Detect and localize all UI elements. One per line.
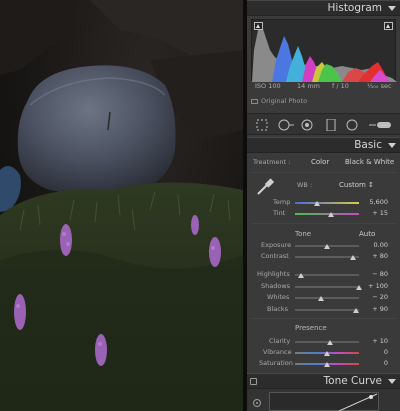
slider-thumb[interactable] (314, 201, 321, 206)
shadows-slider[interactable] (295, 285, 362, 290)
wb-label: WB : (297, 181, 313, 189)
treatment-label: Treatment : (253, 158, 291, 166)
saturation-label: Saturation (259, 359, 293, 367)
radial-filter-icon[interactable] (346, 119, 358, 131)
saturation-slider[interactable] (295, 362, 359, 367)
exposure-label: Exposure (261, 241, 292, 249)
red-eye-icon[interactable] (301, 119, 313, 131)
whites-value[interactable]: − 20 (372, 293, 388, 301)
contrast-slider[interactable] (295, 255, 359, 260)
white-balance-eyedropper-icon[interactable] (255, 177, 275, 197)
slider-thumb[interactable] (352, 308, 359, 313)
histogram-header[interactable]: Histogram (247, 0, 400, 16)
presence-section-label: Presence (295, 324, 327, 332)
target-adjustment-icon[interactable] (252, 398, 262, 408)
histogram-title: Histogram (327, 2, 382, 14)
divider (251, 318, 396, 319)
slider-thumb[interactable] (324, 351, 330, 356)
slider-thumb[interactable] (317, 296, 324, 301)
shadow-clipping-icon[interactable] (254, 22, 263, 30)
treatment-color-button[interactable]: Color (311, 158, 329, 166)
focal-length-value: 14 mm (297, 82, 321, 90)
tint-label: Tint (273, 209, 286, 217)
blacks-label: Blacks (267, 305, 288, 313)
clarity-label: Clarity (269, 337, 291, 345)
treatment-row: Treatment : Color Black & White (247, 156, 400, 168)
develop-right-panel: Histogram ISO 100 14 mm f / 10 ¹⁄₁₀₀ sec… (247, 0, 400, 411)
tone-curve-panel (247, 389, 400, 411)
exposure-slider[interactable] (295, 244, 359, 249)
blacks-value[interactable]: + 90 (372, 305, 388, 313)
vibrance-label: Vibrance (263, 348, 292, 356)
shutter-value: ¹⁄₁₀₀ sec (367, 82, 392, 90)
collapse-arrow-icon[interactable] (388, 6, 396, 11)
histogram[interactable] (251, 19, 397, 82)
tone-curve-header[interactable]: Tone Curve (247, 373, 400, 389)
whites-slider[interactable] (295, 296, 359, 301)
shadows-label: Shadows (261, 282, 291, 290)
iso-value: ISO 100 (255, 82, 281, 90)
wb-dropdown[interactable]: Custom ↕ (339, 181, 374, 189)
vibrance-slider[interactable] (295, 351, 359, 356)
temp-slider[interactable] (295, 201, 359, 206)
temp-value[interactable]: 5,600 (369, 198, 388, 206)
slider-thumb[interactable] (349, 255, 356, 260)
divider (251, 172, 396, 173)
divider (251, 223, 396, 224)
clarity-slider[interactable] (295, 340, 359, 345)
slider-thumb[interactable] (324, 244, 330, 249)
highlights-slider[interactable] (295, 273, 359, 278)
spot-removal-icon[interactable] (277, 119, 295, 131)
tone-section-label: Tone (295, 230, 312, 238)
shadows-value[interactable]: + 100 (368, 282, 388, 290)
clarity-value[interactable]: + 10 (372, 337, 388, 345)
whites-label: Whites (267, 293, 290, 301)
collapse-arrow-icon[interactable] (388, 379, 396, 384)
tone-curve-title: Tone Curve (323, 375, 382, 387)
blacks-slider[interactable] (295, 308, 359, 313)
panel-switch-icon[interactable] (250, 378, 257, 385)
saturation-value[interactable]: 0 (384, 359, 388, 367)
original-photo-label: Original Photo (261, 97, 308, 105)
highlight-clipping-icon[interactable] (384, 22, 393, 30)
slider-thumb[interactable] (298, 273, 305, 278)
original-photo-toggle[interactable]: Original Photo (251, 97, 307, 105)
tint-value[interactable]: + 15 (372, 209, 388, 217)
original-photo-icon (251, 99, 258, 104)
exposure-value[interactable]: 0.00 (374, 241, 388, 249)
aperture-value: f / 10 (332, 82, 349, 90)
slider-thumb[interactable] (324, 362, 330, 367)
photo-preview[interactable] (0, 0, 243, 411)
tone-auto-button[interactable]: Auto (359, 230, 375, 238)
tool-strip (247, 113, 400, 135)
tone-curve-graph[interactable] (269, 392, 379, 411)
landscape-photo (0, 0, 243, 411)
histogram-graph (252, 26, 397, 82)
highlights-value[interactable]: − 80 (372, 270, 388, 278)
basic-title: Basic (354, 139, 382, 151)
slider-thumb[interactable] (356, 285, 362, 290)
highlights-label: Highlights (257, 270, 290, 278)
crop-overlay-icon[interactable] (256, 119, 268, 131)
adjustment-brush-icon[interactable] (368, 119, 392, 131)
contrast-label: Contrast (261, 252, 289, 260)
collapse-arrow-icon[interactable] (388, 143, 396, 148)
tint-slider[interactable] (295, 212, 359, 217)
slider-thumb[interactable] (328, 212, 335, 217)
contrast-value[interactable]: + 80 (372, 252, 388, 260)
treatment-bw-button[interactable]: Black & White (345, 158, 394, 166)
graduated-filter-icon[interactable] (325, 119, 337, 131)
temp-label: Temp (273, 198, 291, 206)
basic-header[interactable]: Basic (247, 137, 400, 153)
vibrance-value[interactable]: 0 (384, 348, 388, 356)
slider-thumb[interactable] (327, 340, 334, 345)
exif-info: ISO 100 14 mm f / 10 ¹⁄₁₀₀ sec (251, 82, 396, 92)
